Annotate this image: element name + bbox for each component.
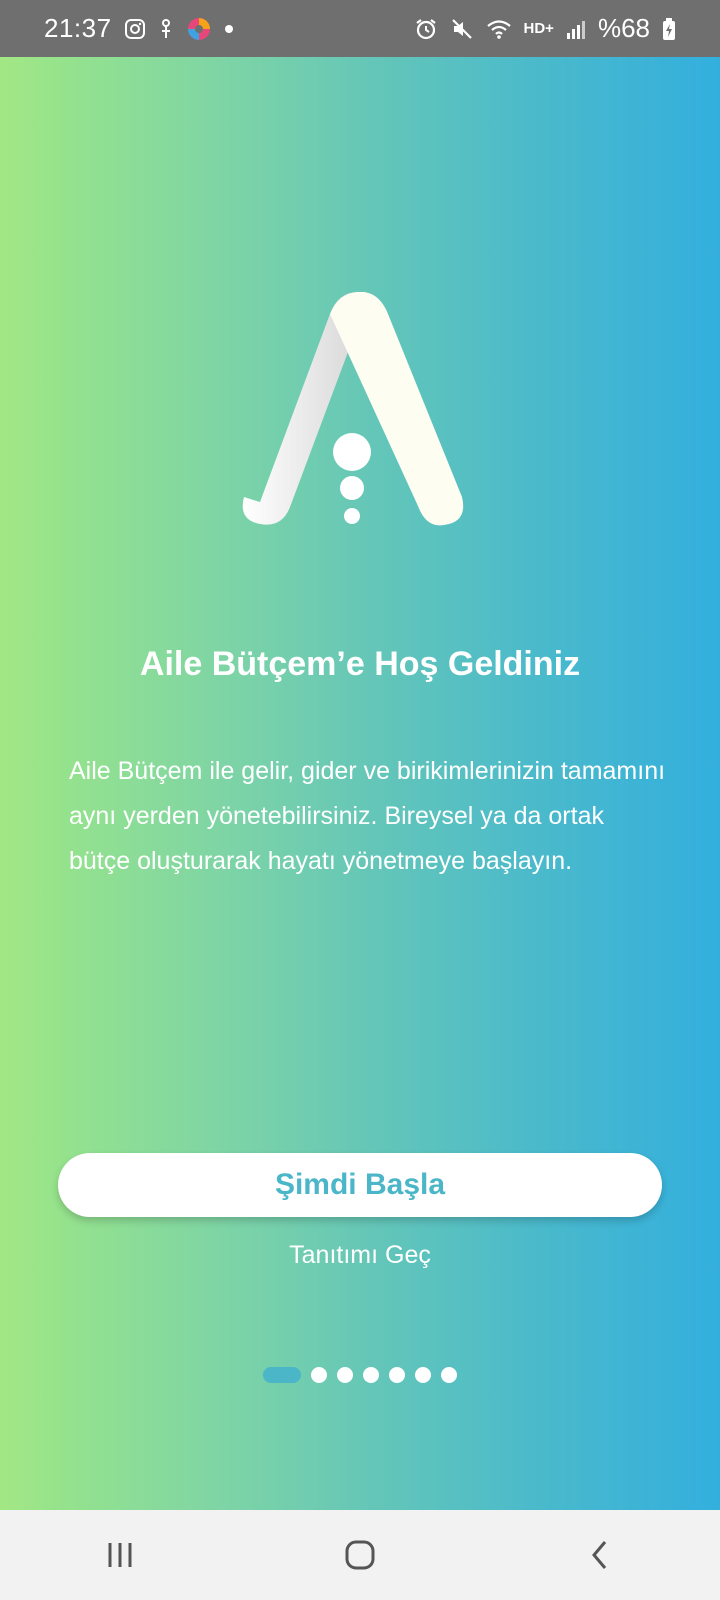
start-now-button[interactable]: Şimdi Başla [58,1153,662,1217]
system-nav-bar [0,1510,720,1600]
page-dot[interactable] [337,1367,353,1383]
page-dot[interactable] [415,1367,431,1383]
status-time: 21:37 [44,13,112,43]
page-dot-active[interactable] [263,1367,301,1383]
signal-icon [566,18,586,40]
onboarding-screen: Aile Bütçem’e Hoş Geldiniz Aile Bütçem i… [0,57,720,1510]
skip-intro-link[interactable]: Tanıtımı Geç [0,1241,720,1270]
page-dot[interactable] [363,1367,379,1383]
page-dot[interactable] [389,1367,405,1383]
app-notification-icon [158,18,174,40]
wifi-icon [486,18,512,40]
page-dot[interactable] [311,1367,327,1383]
mute-icon [450,17,474,41]
dot-icon [224,24,234,34]
recent-apps-icon[interactable] [80,1525,160,1585]
page-indicator [0,1367,720,1383]
status-bar: 21:37 HD+ %68 [0,0,720,57]
back-icon[interactable] [560,1525,640,1585]
welcome-description: Aile Bütçem ile gelir, gider ve birikiml… [69,757,666,875]
status-left: 21:37 [44,13,234,44]
browser-icon [186,16,212,42]
battery-icon [662,17,676,41]
status-right: HD+ %68 [414,13,676,44]
home-icon[interactable] [320,1525,400,1585]
app-logo [230,291,490,552]
instagram-icon [124,18,146,40]
page-dot[interactable] [441,1367,457,1383]
welcome-title: Aile Bütçem’e Hoş Geldiniz [139,645,581,683]
battery-level: %68 [597,13,650,43]
alarm-icon [414,17,438,41]
network-hd-icon: HD+ [523,20,554,37]
